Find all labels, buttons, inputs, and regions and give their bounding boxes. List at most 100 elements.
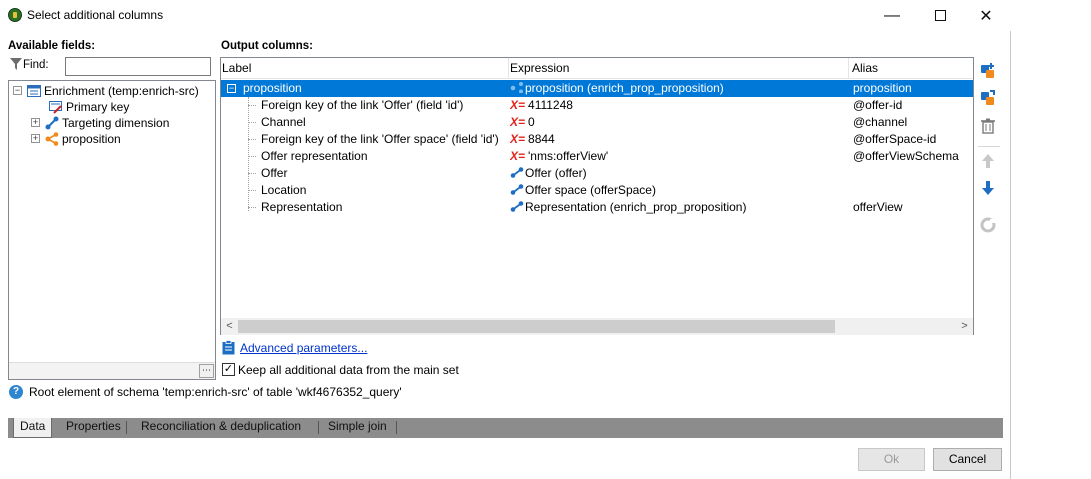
help-icon: ? — [9, 385, 23, 399]
tab-separator — [396, 421, 397, 434]
row-label: Location — [261, 183, 307, 197]
available-fields-label: Available fields: — [8, 40, 96, 52]
link-icon — [510, 167, 524, 178]
link-icon — [45, 116, 59, 130]
output-columns-grid[interactable]: Label Expression Alias − proposition pro… — [220, 57, 974, 335]
row-expression: proposition (enrich_prop_proposition) — [510, 80, 846, 97]
table-row[interactable]: Offer representation X='nms:offerView' @… — [221, 148, 973, 165]
column-header-alias[interactable]: Alias — [852, 61, 878, 75]
refresh-icon[interactable] — [978, 215, 998, 235]
expression-icon: X= — [510, 98, 526, 112]
add-column-icon[interactable] — [978, 61, 998, 81]
status-text: Root element of schema 'temp:enrich-src'… — [29, 385, 402, 399]
dialog-window: Select additional columns — ✕ Available … — [0, 0, 1011, 479]
row-expression: X= 4111248 — [510, 97, 846, 114]
row-label: Offer representation — [261, 149, 368, 163]
tree-item-label: proposition — [62, 132, 121, 146]
table-row[interactable]: Offer Offer (offer) — [221, 165, 973, 182]
row-alias: @offer-id — [853, 98, 903, 112]
expand-toggle[interactable]: + — [31, 134, 40, 143]
row-label: proposition — [243, 81, 302, 95]
ok-button[interactable]: Ok — [858, 448, 925, 471]
row-expression: Offer (offer) — [510, 165, 846, 182]
expression-text: 4111248 — [528, 98, 573, 112]
horizontal-scrollbar[interactable]: < > — [221, 318, 973, 335]
column-header-expression[interactable]: Expression — [510, 61, 569, 75]
tab-properties[interactable]: Properties — [60, 418, 127, 437]
scroll-left-button[interactable]: < — [221, 319, 238, 334]
collapse-toggle[interactable]: − — [13, 86, 22, 95]
tab-separator — [318, 421, 319, 434]
tree-connector — [248, 156, 256, 157]
tab-bar: Data Properties Reconciliation & dedupli… — [8, 418, 1003, 438]
tab-data[interactable]: Data — [13, 418, 53, 438]
find-input[interactable] — [65, 57, 211, 76]
table-row[interactable]: Location Offer space (offerSpace) — [221, 182, 973, 199]
tree-connector — [248, 139, 256, 140]
delete-icon[interactable] — [978, 116, 998, 136]
expression-text: proposition (enrich_prop_proposition) — [525, 81, 724, 95]
table-row[interactable]: − proposition proposition (enrich_prop_p… — [221, 80, 973, 97]
close-button[interactable]: ✕ — [963, 0, 1009, 31]
tree-item-label: Enrichment (temp:enrich-src) — [44, 84, 199, 98]
keep-data-label: Keep all additional data from the main s… — [238, 363, 459, 377]
expand-toggle[interactable]: + — [31, 118, 40, 127]
row-expression: Representation (enrich_prop_proposition) — [510, 199, 846, 216]
table-row[interactable]: Foreign key of the link 'Offer' (field '… — [221, 97, 973, 114]
table-row[interactable]: Representation Representation (enrich_pr… — [221, 199, 973, 216]
row-alias: @offerSpace-id — [853, 132, 937, 146]
column-separator[interactable] — [848, 58, 849, 79]
collection-icon — [510, 82, 523, 93]
collapse-toggle[interactable]: − — [227, 84, 236, 93]
minimize-button[interactable]: — — [869, 0, 915, 31]
tab-reconciliation[interactable]: Reconciliation & deduplication — [135, 418, 307, 437]
expression-text: 0 — [528, 115, 535, 129]
collection-icon — [45, 132, 59, 146]
expression-icon: X= — [510, 149, 526, 163]
expression-text: 'nms:offerView' — [528, 149, 609, 163]
advanced-parameters-link[interactable]: Advanced parameters... — [240, 341, 367, 355]
scrollbar-thumb[interactable] — [238, 320, 835, 333]
output-columns-label: Output columns: — [221, 40, 313, 52]
tree-connector — [248, 190, 256, 191]
row-expression: Offer space (offerSpace) — [510, 182, 846, 199]
table-row[interactable]: Foreign key of the link 'Offer space' (f… — [221, 131, 973, 148]
tree-footer — [9, 362, 215, 379]
row-label: Representation — [261, 200, 343, 214]
app-icon — [8, 8, 22, 22]
column-separator[interactable] — [508, 58, 509, 79]
row-label: Foreign key of the link 'Offer space' (f… — [261, 132, 499, 146]
tree-item-label: Primary key — [66, 100, 130, 114]
expression-text: Representation (enrich_prop_proposition) — [525, 200, 747, 214]
row-alias: offerView — [853, 200, 903, 214]
expression-text: Offer (offer) — [525, 166, 587, 180]
tab-separator — [126, 421, 127, 434]
row-expression: X='nms:offerView' — [510, 148, 846, 165]
tree-connector — [248, 105, 256, 106]
cancel-button[interactable]: Cancel — [933, 448, 1002, 471]
move-down-icon[interactable] — [978, 178, 998, 198]
expression-text: Offer space (offerSpace) — [525, 183, 656, 197]
row-alias: proposition — [853, 81, 912, 95]
row-expression: X= 8844 — [510, 131, 846, 148]
table-row[interactable]: Channel X= 0 @channel — [221, 114, 973, 131]
link-icon — [510, 184, 524, 195]
tab-simple-join[interactable]: Simple join — [322, 418, 393, 437]
row-label: Offer — [261, 166, 288, 180]
row-alias: @channel — [853, 115, 908, 129]
expression-icon: X= — [510, 115, 526, 129]
keep-data-checkbox[interactable]: ✓ — [222, 363, 235, 376]
tree-options-button[interactable]: ⋯ — [199, 364, 214, 378]
edit-column-icon[interactable] — [978, 88, 998, 108]
schema-icon — [27, 85, 41, 97]
tree-item-label: Targeting dimension — [62, 116, 170, 130]
row-alias: @offerViewSchema — [853, 149, 959, 163]
maximize-button[interactable] — [917, 0, 963, 31]
move-up-icon[interactable] — [978, 151, 998, 171]
tree-connector — [248, 207, 256, 208]
column-header-label[interactable]: Label — [222, 61, 251, 75]
scroll-right-button[interactable]: > — [956, 319, 973, 334]
primary-key-icon — [49, 101, 62, 114]
available-fields-tree[interactable]: − Enrichment (temp:enrich-src) Primary k… — [8, 80, 216, 380]
toolbar-divider — [978, 146, 1000, 147]
